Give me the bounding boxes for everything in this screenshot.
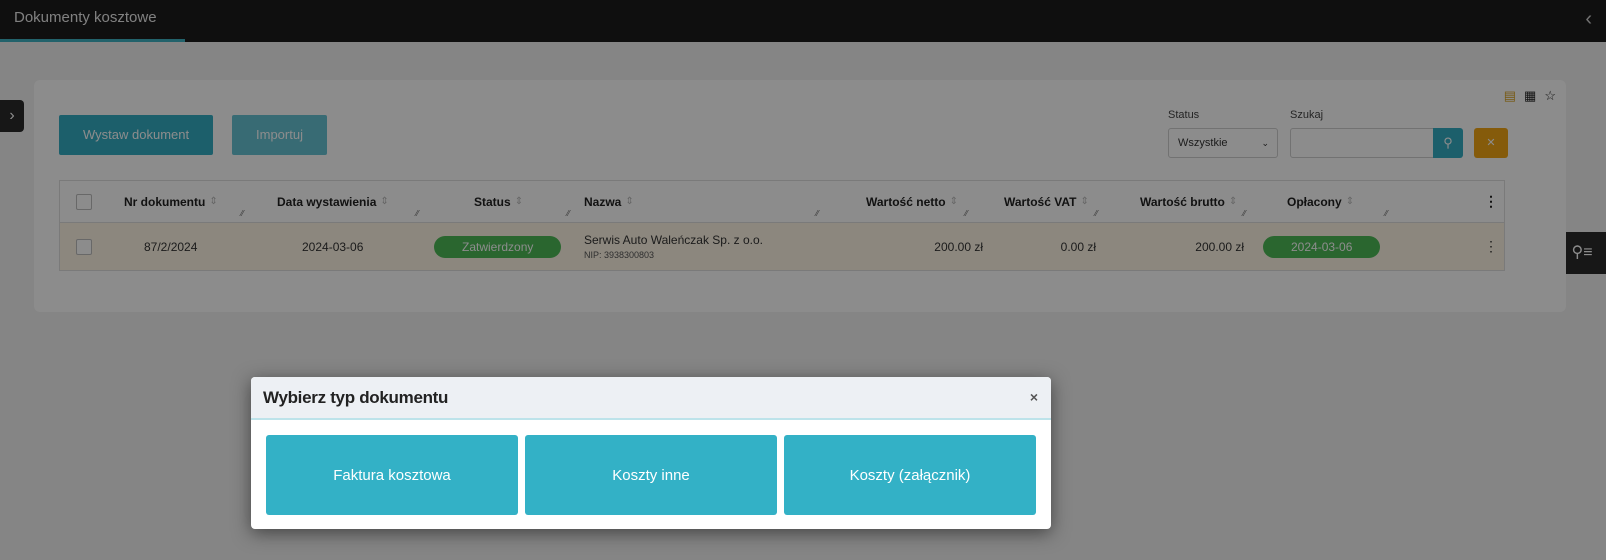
option-cost-invoice-button[interactable]: Faktura kosztowa [266,435,518,515]
modal-header: Wybierz typ dokumentu × [251,377,1051,420]
modal-title: Wybierz typ dokumentu [263,388,449,407]
option-attachment-costs-button[interactable]: Koszty (załącznik) [784,435,1036,515]
document-type-modal: Wybierz typ dokumentu × Faktura kosztowa… [251,377,1051,529]
option-other-costs-button[interactable]: Koszty inne [525,435,777,515]
close-icon[interactable]: × [1030,389,1038,405]
